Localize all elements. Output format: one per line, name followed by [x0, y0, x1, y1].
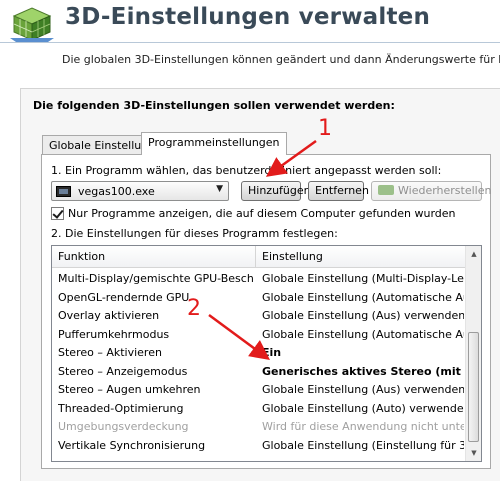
- application-icon: [56, 186, 71, 197]
- nvidia-3d-cube-icon: [10, 7, 54, 42]
- row-setting: Globale Einstellung (Auto) verwenden: [262, 401, 464, 415]
- row-function: Pufferumkehrmodus: [58, 327, 170, 341]
- nvidia-logo-icon: [378, 185, 394, 195]
- chevron-down-icon[interactable]: ▼: [216, 184, 223, 194]
- table-row[interactable]: Pufferumkehrmodus Globale Einstellung (Au…: [52, 325, 466, 344]
- row-setting: Globale Einstellung (Automatische Auswah…: [262, 290, 464, 304]
- table-row[interactable]: Vertikale Synchronisierung Globale Einste…: [52, 436, 466, 455]
- row-setting: Globale Einstellung (Einstellung für 3D-…: [262, 438, 464, 452]
- page-header: 3D-Einstellungen verwalten Die globalen …: [0, 0, 500, 72]
- row-setting: Wird für diese Anwendung nicht unterstüt…: [262, 420, 464, 433]
- row-setting: Globale Einstellung (Aus) verwenden: [262, 309, 464, 322]
- tab-program-settings[interactable]: Programmeinstellungen: [141, 132, 287, 155]
- table-row[interactable]: Stereo – Anzeigemodus Generisches aktives…: [52, 362, 466, 381]
- row-function: Threaded-Optimierung: [58, 401, 184, 415]
- remove-button[interactable]: Entfernen: [308, 181, 369, 201]
- table-body: Multi-Display/gemischte GPU-Beschleunigu…: [52, 269, 466, 454]
- page-description: Die globalen 3D-Einstellungen können geä…: [62, 53, 500, 66]
- table-header: Funktion Einstellung: [52, 246, 466, 268]
- show-found-programs-label[interactable]: Nur Programme anzeigen, die auf diesem C…: [68, 207, 456, 220]
- restore-button-label: Wiederherstellen: [398, 184, 492, 197]
- row-setting: Globale Einstellung (Automatische Auswah…: [262, 327, 464, 341]
- row-function: Multi-Display/gemischte GPU-Beschleunigu…: [58, 272, 254, 285]
- step2-label: 2. Die Einstellungen für dieses Programm…: [51, 227, 338, 240]
- table-row[interactable]: Multi-Display/gemischte GPU-Beschleunigu…: [52, 269, 466, 288]
- table-row[interactable]: Stereo – Augen umkehren Globale Einstellu…: [52, 380, 466, 399]
- table-scrollbar[interactable]: ▲ ▼: [465, 246, 481, 461]
- settings-group: Die folgenden 3D-Einstellungen sollen ve…: [20, 88, 500, 481]
- table-row[interactable]: Threaded-Optimierung Globale Einstellung …: [52, 399, 466, 418]
- program-select-value: vegas100.exe: [78, 185, 155, 198]
- row-function: Stereo – Anzeigemodus: [58, 364, 188, 378]
- program-settings-panel: 1. Ein Programm wählen, das benutzerdefi…: [41, 154, 491, 469]
- restore-button[interactable]: Wiederherstellen: [371, 181, 491, 201]
- scroll-down-icon[interactable]: ▼: [466, 445, 481, 461]
- show-found-programs-checkbox[interactable]: [51, 207, 64, 220]
- scrollbar-thumb[interactable]: [468, 332, 479, 442]
- title-divider: [0, 42, 500, 43]
- settings-table: Funktion Einstellung Multi-Display/gemis…: [51, 245, 482, 462]
- row-function: Stereo – Augen umkehren: [58, 383, 201, 396]
- row-function: OpenGL-rendernde GPU: [58, 290, 190, 304]
- program-select[interactable]: vegas100.exe ▼: [51, 181, 229, 201]
- row-function: Vertikale Synchronisierung: [58, 438, 206, 452]
- table-row: Umgebungsverdeckung Wird für diese Anwend…: [52, 417, 466, 436]
- annotation-marker-2: 2: [187, 296, 201, 321]
- table-row[interactable]: Stereo – Aktivieren Ein: [52, 343, 466, 362]
- row-function: Stereo – Aktivieren: [58, 346, 162, 359]
- column-header-setting[interactable]: Einstellung: [262, 250, 323, 263]
- group-heading: Die folgenden 3D-Einstellungen sollen ve…: [33, 99, 395, 112]
- column-divider[interactable]: [255, 246, 256, 268]
- row-setting: Globale Einstellung (Multi-Display-Leist…: [262, 272, 464, 285]
- row-function: Overlay aktivieren: [58, 309, 160, 322]
- row-setting: Generisches aktives Stereo (mit NVI...: [262, 364, 464, 378]
- annotation-marker-1: 1: [318, 116, 332, 141]
- scroll-up-icon[interactable]: ▲: [466, 246, 481, 262]
- table-row[interactable]: OpenGL-rendernde GPU Globale Einstellung …: [52, 288, 466, 307]
- row-setting: Ein: [262, 346, 282, 359]
- page-title: 3D-Einstellungen verwalten: [65, 4, 431, 30]
- row-setting: Globale Einstellung (Aus) verwenden: [262, 383, 464, 396]
- add-button[interactable]: Hinzufügen: [241, 181, 311, 201]
- step1-label: 1. Ein Programm wählen, das benutzerdefi…: [51, 164, 442, 177]
- table-row[interactable]: Overlay aktivieren Globale Einstellung (A…: [52, 306, 466, 325]
- row-function: Umgebungsverdeckung: [58, 420, 189, 433]
- column-header-function[interactable]: Funktion: [58, 250, 105, 263]
